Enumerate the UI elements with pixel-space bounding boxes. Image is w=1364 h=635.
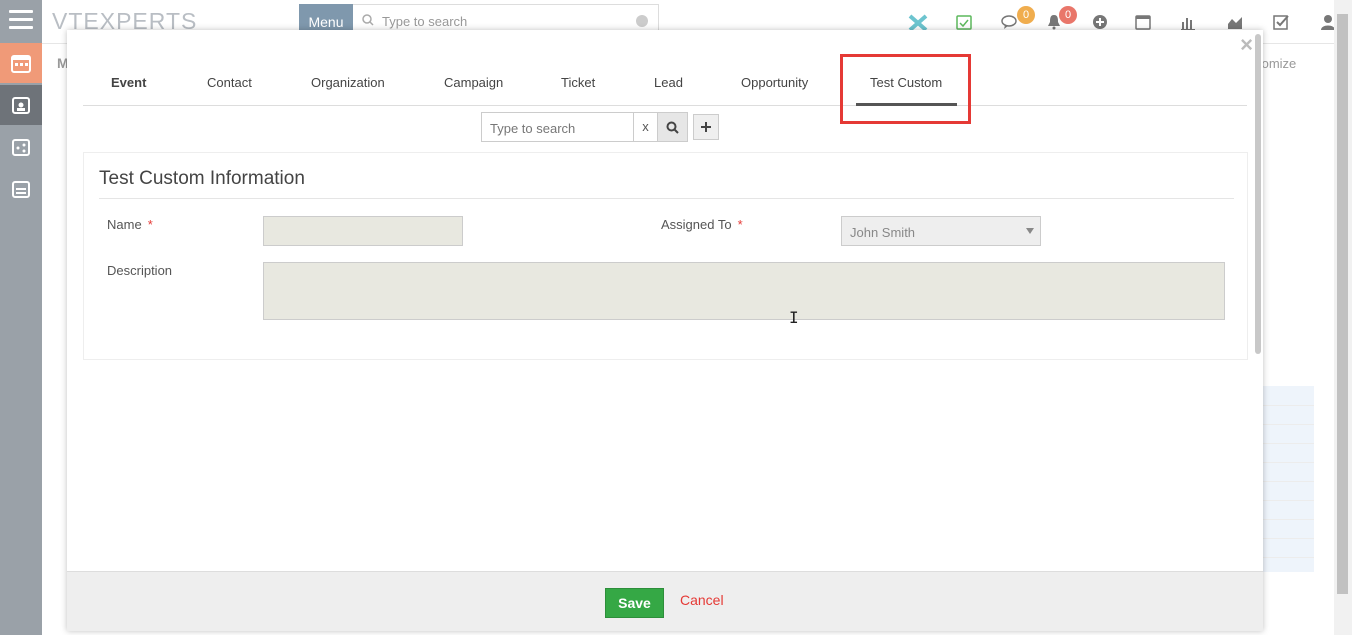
shared-calendar-icon[interactable] (0, 127, 42, 167)
assigned-to-value: John Smith (850, 225, 916, 240)
hamburger-menu-icon[interactable] (9, 10, 33, 30)
modal-scrollbar[interactable] (1254, 32, 1262, 572)
tab-ticket[interactable]: Ticket (561, 75, 595, 90)
notification-badge: 0 (1059, 6, 1077, 24)
save-button[interactable]: Save (605, 588, 664, 618)
chat-badge: 0 (1017, 6, 1035, 24)
page-scrollbar[interactable] (1334, 0, 1352, 635)
left-sidebar (0, 0, 42, 635)
cancel-link[interactable]: Cancel (680, 592, 724, 608)
plus-icon (701, 122, 711, 132)
search-icon (666, 121, 679, 134)
name-input[interactable] (263, 216, 463, 246)
vtiger-x-icon[interactable] (908, 14, 928, 32)
chevron-down-icon (1026, 228, 1034, 234)
right-edge (1352, 0, 1364, 635)
tab-opportunity[interactable]: Opportunity (741, 75, 808, 90)
record-search-input[interactable]: Type to search (481, 112, 634, 142)
test-custom-form-panel: Test Custom Information Name * Assigned T… (83, 152, 1248, 360)
assigned-to-field-label: Assigned To * (661, 217, 743, 232)
required-marker: * (737, 217, 743, 232)
record-search-placeholder: Type to search (490, 121, 576, 136)
clear-search-button[interactable]: x (634, 112, 658, 142)
tab-campaign[interactable]: Campaign (444, 75, 503, 90)
area-chart-icon[interactable] (1227, 14, 1243, 30)
task-calendar-icon[interactable] (956, 14, 972, 30)
search-button[interactable] (658, 112, 688, 142)
tab-event[interactable]: Event (111, 75, 146, 90)
reports-bar-chart-icon[interactable] (1180, 14, 1196, 30)
close-icon[interactable]: × (1240, 32, 1253, 58)
name-field-label: Name * (107, 217, 153, 232)
tab-contact[interactable]: Contact (207, 75, 252, 90)
description-field-label: Description (107, 263, 173, 278)
name-label-text: Name (107, 217, 142, 232)
tab-lead[interactable]: Lead (654, 75, 683, 90)
page-scrollbar-thumb[interactable] (1337, 14, 1348, 594)
tab-organization[interactable]: Organization (311, 75, 385, 90)
calendar-user-icon[interactable] (0, 85, 42, 125)
add-circle-icon[interactable] (1092, 14, 1108, 30)
search-icon (362, 14, 374, 29)
required-marker: * (147, 217, 153, 232)
assigned-label-text: Assigned To (661, 217, 732, 232)
assigned-to-select[interactable]: John Smith (841, 216, 1041, 246)
text-cursor-icon: I (789, 308, 799, 327)
calendar-app-icon[interactable] (0, 43, 42, 83)
global-search-placeholder: Type to search (382, 14, 468, 29)
annotation-highlight-box (840, 54, 971, 124)
section-divider (99, 198, 1234, 199)
add-record-button[interactable] (693, 114, 719, 140)
quick-create-modal: × Event Contact Organization Campaign Ti… (67, 30, 1263, 631)
section-title: Test Custom Information (99, 168, 305, 189)
description-textarea[interactable] (263, 262, 1225, 320)
modal-scrollbar-thumb[interactable] (1255, 34, 1261, 354)
checkbox-tasks-icon[interactable] (1273, 14, 1289, 30)
modal-footer: Save Cancel (67, 571, 1263, 631)
chat-icon[interactable] (1001, 14, 1017, 30)
customize-dropdown[interactable]: tomize (1258, 56, 1296, 71)
calendar-list-icon[interactable] (0, 169, 42, 209)
search-dropdown-icon[interactable] (636, 15, 648, 27)
calendar-icon[interactable] (1135, 14, 1151, 30)
module-tabs: Event Contact Organization Campaign Tick… (83, 60, 1247, 106)
